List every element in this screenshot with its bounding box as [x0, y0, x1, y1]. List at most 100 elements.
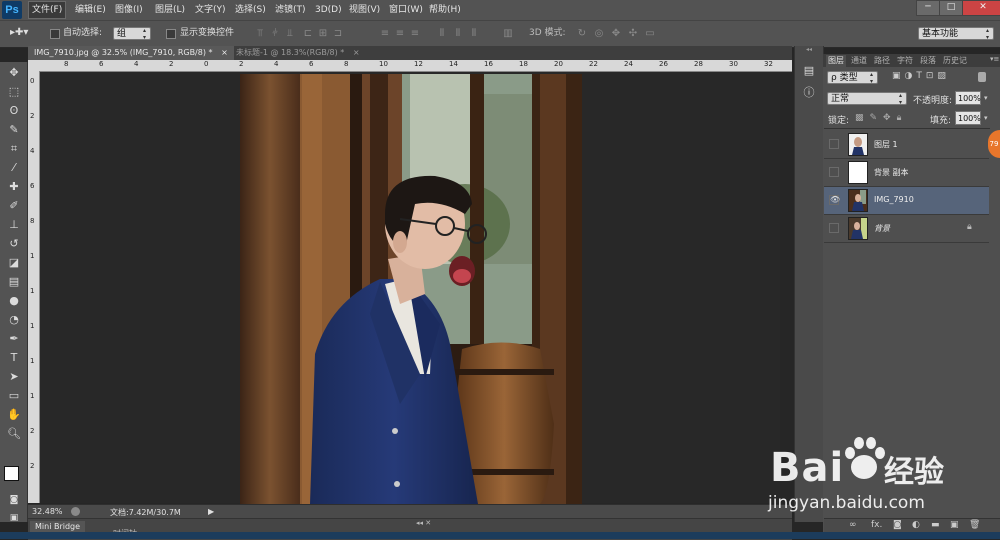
- eraser-tool-icon[interactable]: ◪: [5, 254, 23, 271]
- filter-toggle-icon[interactable]: [978, 72, 986, 82]
- visibility-toggle[interactable]: [829, 139, 839, 149]
- auto-select-checkbox[interactable]: [50, 29, 60, 39]
- collapse-icon[interactable]: ◂◂ ✕: [416, 519, 431, 527]
- horizontal-ruler[interactable]: 8 6 4 2 0 2 4 6 8 10 12 14 16 18 20 22 24 26 28 30 32: [28, 60, 792, 72]
- align-vcenter-icon[interactable]: ⫩: [270, 29, 280, 39]
- pen-tool-icon[interactable]: ✒: [5, 330, 23, 347]
- 3d-scale-icon[interactable]: ▭: [645, 29, 655, 39]
- 3d-orbit-icon[interactable]: ↻: [577, 29, 587, 39]
- move-tool-icon[interactable]: ▸✚▾: [10, 27, 28, 39]
- distribute-left-icon[interactable]: ⦀: [437, 29, 447, 39]
- type-tool-icon[interactable]: T: [5, 349, 23, 366]
- fill-slider-arrow-icon[interactable]: ▾: [984, 114, 988, 122]
- healing-brush-tool-icon[interactable]: ✚: [5, 178, 23, 195]
- vertical-ruler[interactable]: 0 2 4 6 8 1 1 1 1 1 2 2: [28, 71, 40, 503]
- minimize-button[interactable]: ─: [916, 0, 940, 16]
- fill-input[interactable]: 100%: [955, 111, 981, 125]
- menu-item[interactable]: 选择(S): [232, 2, 269, 18]
- blend-mode-dropdown[interactable]: 正常: [827, 92, 907, 106]
- visibility-toggle[interactable]: [829, 167, 839, 177]
- blur-tool-icon[interactable]: ●: [5, 292, 23, 309]
- maximize-button[interactable]: □: [939, 0, 963, 16]
- panel-tab[interactable]: 通道: [849, 55, 869, 67]
- workspace-dropdown[interactable]: 基本功能: [918, 27, 994, 41]
- menu-item[interactable]: 滤镜(T): [272, 2, 309, 18]
- foreground-color-swatch[interactable]: [4, 466, 19, 481]
- move-tool-icon[interactable]: ✥: [5, 64, 23, 81]
- 3d-roll-icon[interactable]: ◎: [594, 29, 604, 39]
- panel-tab[interactable]: 路径: [872, 55, 892, 67]
- hand-tool-icon[interactable]: ✋: [5, 406, 23, 423]
- distribute-right-icon[interactable]: ⦀: [469, 29, 479, 39]
- ruler-label: 2: [169, 60, 174, 68]
- auto-align-icon[interactable]: ▥: [503, 29, 513, 39]
- quick-mask-icon[interactable]: ◙: [5, 492, 23, 509]
- panel-menu-icon[interactable]: ▾≡: [990, 55, 999, 63]
- screen-mode-icon[interactable]: ▣: [5, 510, 23, 527]
- tab-img-7910[interactable]: IMG_7910.jpg @ 32.5% (IMG_7910, RGB/8) *…: [28, 46, 234, 60]
- crop-tool-icon[interactable]: ⌗: [5, 140, 23, 157]
- panel-tab[interactable]: 历史记: [941, 55, 969, 67]
- distribute-hcenter-icon[interactable]: ⦀: [453, 29, 463, 39]
- align-right-icon[interactable]: ⊐: [333, 29, 343, 39]
- layer-filter-icons[interactable]: ▣◑T⊡▨: [892, 71, 950, 81]
- panel-tab[interactable]: 字符: [895, 55, 915, 67]
- menu-item[interactable]: 图像(I): [112, 2, 146, 18]
- clone-stamp-tool-icon[interactable]: ⊥: [5, 216, 23, 233]
- menu-item[interactable]: 文件(F): [28, 1, 67, 19]
- status-icon[interactable]: [71, 507, 80, 516]
- menu-item[interactable]: 文字(Y): [192, 2, 229, 18]
- opacity-input[interactable]: 100%: [955, 91, 981, 105]
- path-select-tool-icon[interactable]: ➤: [5, 368, 23, 385]
- status-menu-arrow-icon[interactable]: ▶: [208, 507, 214, 516]
- layer-row[interactable]: 背景 🔒︎: [824, 215, 989, 243]
- ruler-label: 4: [134, 60, 139, 68]
- properties-icon[interactable]: ▤: [802, 64, 816, 78]
- show-transform-checkbox[interactable]: [166, 29, 176, 39]
- 3d-pan-icon[interactable]: ✥: [611, 29, 621, 39]
- rectangle-tool-icon[interactable]: ▭: [5, 387, 23, 404]
- lasso-tool-icon[interactable]: ʘ: [5, 102, 23, 119]
- menu-item[interactable]: 帮助(H): [426, 2, 464, 18]
- zoom-tool-icon[interactable]: 🔍︎: [5, 425, 23, 442]
- marquee-tool-icon[interactable]: ⬚: [5, 83, 23, 100]
- layer-filter-dropdown[interactable]: ρ 类型: [827, 71, 878, 85]
- menu-item[interactable]: 窗口(W): [386, 2, 426, 18]
- close-tab-icon[interactable]: ×: [221, 48, 228, 57]
- menu-item[interactable]: 图层(L): [152, 2, 188, 18]
- tab-untitled-1[interactable]: 未标题-1 @ 18.3%(RGB/8) * ×: [230, 46, 366, 60]
- 3d-slide-icon[interactable]: ✣: [628, 29, 638, 39]
- close-button[interactable]: ✕: [962, 0, 1000, 16]
- brush-tool-icon[interactable]: ✐: [5, 197, 23, 214]
- quick-select-tool-icon[interactable]: ✎: [5, 121, 23, 138]
- info-icon[interactable]: ⓘ: [802, 86, 816, 100]
- menu-item[interactable]: 编辑(E): [72, 2, 109, 18]
- align-hcenter-icon[interactable]: ⊞: [318, 29, 328, 39]
- layer-row[interactable]: 图层 1: [824, 131, 989, 159]
- history-brush-tool-icon[interactable]: ↺: [5, 235, 23, 252]
- align-top-icon[interactable]: ⫪: [255, 29, 265, 39]
- distribute-top-icon[interactable]: ≡: [380, 29, 390, 39]
- dodge-tool-icon[interactable]: ◔: [5, 311, 23, 328]
- lock-icons[interactable]: ▩✎✥🔒︎: [855, 113, 907, 123]
- distribute-vcenter-icon[interactable]: ≡: [395, 29, 405, 39]
- menu-item[interactable]: 视图(V): [346, 2, 383, 18]
- align-left-icon[interactable]: ⊏: [303, 29, 313, 39]
- close-tab-icon[interactable]: ×: [353, 48, 360, 57]
- panel-tab[interactable]: 图层: [826, 55, 846, 67]
- auto-select-dropdown[interactable]: 组: [113, 27, 151, 41]
- visibility-toggle[interactable]: [829, 223, 839, 233]
- distribute-bottom-icon[interactable]: ≡: [410, 29, 420, 39]
- align-bottom-icon[interactable]: ⫫: [285, 29, 295, 39]
- eyedropper-tool-icon[interactable]: ⁄: [5, 159, 23, 176]
- visibility-eye-icon[interactable]: 👁︎: [829, 195, 840, 205]
- layer-row[interactable]: 背景 副本: [824, 159, 989, 187]
- gradient-tool-icon[interactable]: ▤: [5, 273, 23, 290]
- dock-collapse-icon[interactable]: ◂◂: [795, 46, 823, 54]
- layer-row-selected[interactable]: 👁︎ IMG_7910: [824, 187, 989, 215]
- zoom-level[interactable]: 32.48%: [32, 507, 63, 516]
- opacity-slider-arrow-icon[interactable]: ▾: [984, 94, 988, 102]
- document-photo[interactable]: [240, 74, 582, 504]
- menu-item[interactable]: 3D(D): [312, 2, 345, 18]
- panel-tab[interactable]: 段落: [918, 55, 938, 67]
